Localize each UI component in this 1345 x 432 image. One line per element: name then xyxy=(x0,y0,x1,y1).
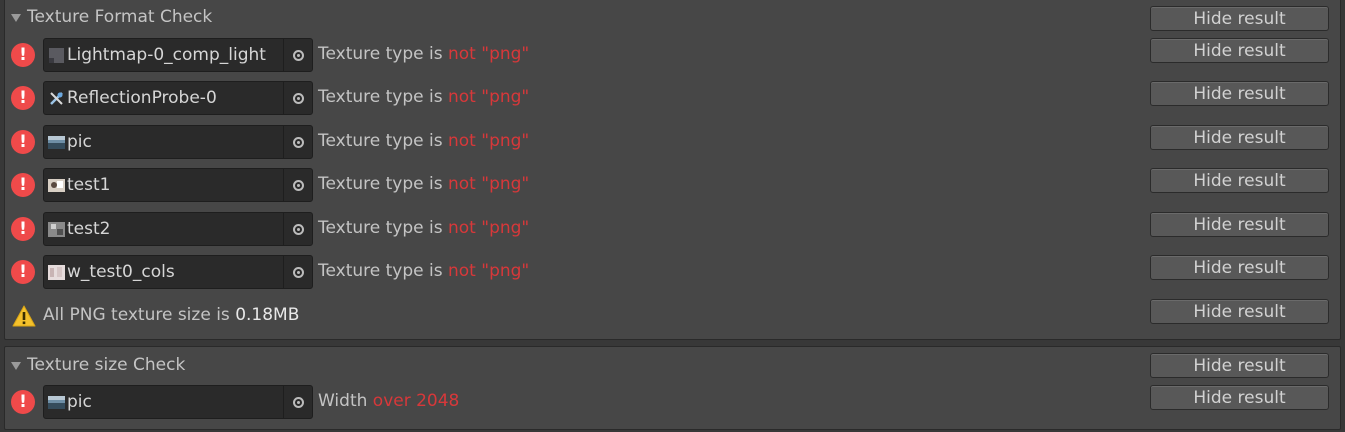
object-picker-button[interactable] xyxy=(283,82,312,114)
lightmap-icon xyxy=(49,48,64,63)
foldout-arrow-icon[interactable] xyxy=(11,361,21,370)
asset-name: Lightmap-0_comp_light xyxy=(67,45,266,65)
message-text: Texture type is xyxy=(318,218,448,238)
message-highlight: not "png" xyxy=(448,218,530,238)
object-picker-button[interactable] xyxy=(283,256,312,288)
object-picker-button[interactable] xyxy=(283,126,312,158)
result-message: Texture type is not "png" xyxy=(318,87,529,107)
texture-object-field[interactable]: test1 xyxy=(43,168,313,202)
picker-target-icon xyxy=(292,179,304,191)
message-text: Width xyxy=(318,391,373,411)
texture-object-field[interactable]: test2 xyxy=(43,212,313,246)
error-icon: ! xyxy=(11,260,35,284)
message-highlight: not "png" xyxy=(448,174,530,194)
message-text: Texture type is xyxy=(318,174,448,194)
picker-target-icon xyxy=(292,49,304,61)
message-highlight: not "png" xyxy=(448,131,530,151)
warning-icon xyxy=(12,305,36,327)
picker-target-icon xyxy=(292,92,304,104)
message-highlight: not "png" xyxy=(448,87,530,107)
image-thumb-icon xyxy=(48,136,65,149)
error-icon: ! xyxy=(11,43,35,67)
message-text: Texture type is xyxy=(318,131,448,151)
result-row: ! pic Texture type is not "png" Hide res… xyxy=(5,125,1340,161)
message-text: Texture type is xyxy=(318,261,448,281)
error-icon: ! xyxy=(11,86,35,110)
foldout-toggle[interactable]: Texture Format Check xyxy=(11,7,212,27)
asset-name: pic xyxy=(67,392,92,412)
asset-name: pic xyxy=(67,132,92,152)
message-highlight: over 2048 xyxy=(372,391,460,411)
error-icon: ! xyxy=(11,173,35,197)
image-thumb-icon xyxy=(48,265,65,280)
result-row: ! test1 Texture type is not "png" Hide r… xyxy=(5,168,1340,204)
result-message: Texture type is not "png" xyxy=(318,44,529,64)
result-row: ! ReflectionProbe-0 Texture type is not … xyxy=(5,81,1340,117)
error-icon: ! xyxy=(11,130,35,154)
reflection-probe-icon xyxy=(50,92,63,105)
result-row: ! w_test0_cols Texture type is not "png"… xyxy=(5,255,1340,291)
message-text: Texture type is xyxy=(318,87,448,107)
warning-row: All PNG texture size is 0.18MB Hide resu… xyxy=(5,299,1340,335)
section-title: Texture Format Check xyxy=(27,7,213,27)
texture-object-field[interactable]: pic xyxy=(43,125,313,159)
image-thumb-icon xyxy=(48,222,65,237)
texture-object-field[interactable]: pic xyxy=(43,385,313,419)
hide-result-button[interactable]: Hide result xyxy=(1150,255,1329,280)
result-message: Texture type is not "png" xyxy=(318,131,529,151)
picker-target-icon xyxy=(292,266,304,278)
texture-object-field[interactable]: ReflectionProbe-0 xyxy=(43,81,313,115)
picker-target-icon xyxy=(292,223,304,235)
foldout-arrow-icon[interactable] xyxy=(11,13,21,22)
hide-result-button[interactable]: Hide result xyxy=(1150,212,1329,237)
asset-name: w_test0_cols xyxy=(67,262,175,282)
result-message: Texture type is not "png" xyxy=(318,174,529,194)
texture-object-field[interactable]: w_test0_cols xyxy=(43,255,313,289)
object-picker-button[interactable] xyxy=(283,39,312,71)
picker-target-icon xyxy=(292,136,304,148)
hide-result-button[interactable]: Hide result xyxy=(1150,299,1329,324)
asset-name: test1 xyxy=(67,175,111,195)
object-picker-button[interactable] xyxy=(283,386,312,418)
texture-object-field[interactable]: Lightmap-0_comp_light xyxy=(43,38,313,72)
image-thumb-icon xyxy=(48,396,65,409)
error-icon: ! xyxy=(11,217,35,241)
result-row: ! Lightmap-0_comp_light Texture type is … xyxy=(5,38,1340,74)
object-picker-button[interactable] xyxy=(283,169,312,201)
warning-text: All PNG texture size is xyxy=(43,305,236,325)
hide-result-button[interactable]: Hide result xyxy=(1150,353,1329,378)
object-picker-button[interactable] xyxy=(283,213,312,245)
hide-result-button[interactable]: Hide result xyxy=(1150,81,1329,106)
hide-result-button[interactable]: Hide result xyxy=(1150,125,1329,150)
picker-target-icon xyxy=(292,396,304,408)
section-title: Texture size Check xyxy=(27,355,186,375)
hide-result-button[interactable]: Hide result xyxy=(1150,168,1329,193)
asset-name: test2 xyxy=(67,219,111,239)
hide-result-button[interactable]: Hide result xyxy=(1150,6,1329,31)
section-header: Texture Format Check Hide result xyxy=(5,1,1340,37)
texture-size-check-panel: Texture size Check Hide result ! pic Wid… xyxy=(4,346,1341,430)
hide-result-button[interactable]: Hide result xyxy=(1150,385,1329,410)
image-thumb-icon xyxy=(48,179,65,192)
png-size-value: 0.18MB xyxy=(235,305,300,325)
result-message: Texture type is not "png" xyxy=(318,218,529,238)
hide-result-button[interactable]: Hide result xyxy=(1150,38,1329,63)
asset-name: ReflectionProbe-0 xyxy=(67,88,217,108)
section-header: Texture size Check Hide result xyxy=(5,349,1340,385)
message-highlight: not "png" xyxy=(448,261,530,281)
error-icon: ! xyxy=(11,390,35,414)
result-message: Texture type is not "png" xyxy=(318,261,529,281)
message-highlight: not "png" xyxy=(448,44,530,64)
result-row: ! test2 Texture type is not "png" Hide r… xyxy=(5,212,1340,248)
result-row: ! pic Width over 2048 Hide result xyxy=(5,385,1340,421)
texture-format-check-panel: Texture Format Check Hide result ! Light… xyxy=(4,0,1341,340)
warning-message: All PNG texture size is 0.18MB xyxy=(43,305,299,325)
foldout-toggle[interactable]: Texture size Check xyxy=(11,355,185,375)
message-text: Texture type is xyxy=(318,44,448,64)
result-message: Width over 2048 xyxy=(318,391,459,411)
